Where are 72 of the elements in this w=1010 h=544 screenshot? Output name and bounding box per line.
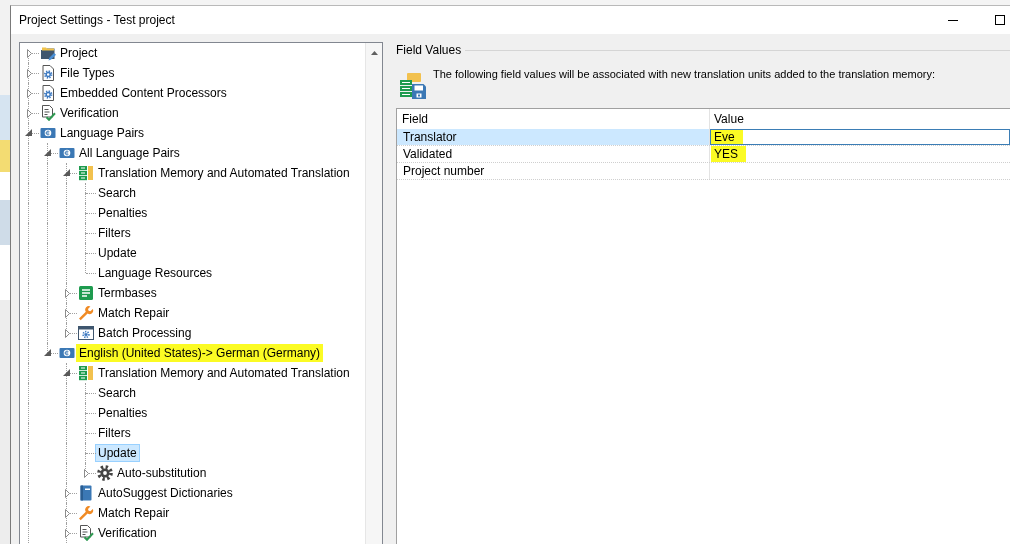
collapse-arrow-icon[interactable] [25, 129, 32, 136]
tree-item[interactable]: All Language Pairs [76, 144, 183, 162]
tree-item[interactable]: Translation Memory and Automated Translation [95, 164, 353, 182]
tree-item[interactable]: Verification [57, 104, 122, 122]
wrench-icon [78, 305, 94, 321]
expand-arrow-icon[interactable] [65, 309, 70, 318]
expand-arrow-icon[interactable] [27, 69, 32, 78]
cell-value: YES [711, 146, 746, 162]
tree-item[interactable]: Update [95, 244, 140, 262]
tree-item[interactable]: File Types [57, 64, 118, 82]
table-cell[interactable]: Project number [397, 163, 710, 179]
table-cell[interactable]: Translator [397, 129, 710, 145]
language-badge-icon [40, 125, 56, 141]
window-title: Project Settings - Test project [18, 13, 175, 27]
tree-item[interactable]: Match Repair [95, 304, 173, 322]
expand-arrow-icon[interactable] [65, 509, 70, 518]
gear-window-icon [78, 325, 94, 341]
collapse-arrow-icon[interactable] [63, 369, 70, 376]
expand-arrow-icon[interactable] [27, 89, 32, 98]
expand-arrow-icon[interactable] [65, 529, 70, 538]
scroll-up-arrow-icon[interactable] [370, 51, 378, 55]
tree-item[interactable]: AutoSuggest Dictionaries [95, 484, 236, 502]
tree-item[interactable]: Penalties [95, 404, 151, 422]
tree-item[interactable]: Match Repair [95, 504, 173, 522]
document-gear-icon [40, 65, 56, 81]
tree-item[interactable]: Penalties [95, 204, 151, 222]
tree-item[interactable]: Batch Processing [95, 324, 195, 342]
document-check-icon [40, 105, 56, 121]
tree-item[interactable]: Embedded Content Processors [57, 84, 230, 102]
tree-item[interactable]: Translation Memory and Automated Translation [95, 364, 353, 382]
tree-item[interactable]: Search [95, 184, 140, 202]
column-header[interactable]: Value [710, 109, 1010, 129]
tree-item[interactable]: Verification [95, 524, 160, 542]
expand-arrow-icon[interactable] [65, 289, 70, 298]
tree-item[interactable]: Update [95, 444, 140, 462]
group-title: Field Values [396, 43, 462, 57]
document-gear-icon [40, 85, 56, 101]
scrollbar[interactable] [365, 43, 382, 544]
language-badge-icon [59, 345, 75, 361]
tree-item[interactable]: Search [95, 384, 140, 402]
expand-arrow-icon[interactable] [84, 469, 89, 478]
book-icon [78, 485, 94, 501]
value-edit-field[interactable]: Eve [710, 129, 1010, 145]
table-cell[interactable]: Validated [397, 146, 710, 162]
stacked-bars-icon [78, 365, 94, 381]
collapse-arrow-icon[interactable] [44, 149, 51, 156]
expand-arrow-icon[interactable] [27, 49, 32, 58]
tree-item[interactable]: English (United States)-> German (Germany) [76, 344, 324, 362]
gear-icon [97, 465, 113, 481]
folder-pencil-icon [40, 45, 56, 61]
tree-item[interactable]: Auto-substitution [114, 464, 210, 482]
wrench-icon [78, 505, 94, 521]
maximize-icon [995, 15, 1005, 25]
tree-item[interactable]: Project [57, 44, 101, 62]
tree-item[interactable]: Termbases [95, 284, 160, 302]
database-save-icon [399, 72, 427, 100]
collapse-arrow-icon[interactable] [44, 349, 51, 356]
expand-arrow-icon[interactable] [65, 329, 70, 338]
expand-arrow-icon[interactable] [65, 489, 70, 498]
collapse-arrow-icon[interactable] [63, 169, 70, 176]
tree-item[interactable]: Language Resources [95, 264, 216, 282]
minimize-icon [948, 19, 958, 21]
cell-value: Eve [711, 130, 743, 144]
description-text: The following field values will be associated with new translation units added to the translation memory: [433, 67, 935, 81]
tree-item[interactable]: Filters [95, 224, 134, 242]
stacked-bars-icon [78, 165, 94, 181]
language-badge-icon [59, 145, 75, 161]
list-tile-icon [78, 285, 94, 301]
tree-item[interactable]: Filters [95, 424, 134, 442]
expand-arrow-icon[interactable] [27, 109, 32, 118]
document-check-icon [78, 525, 94, 541]
tree-item[interactable]: Language Pairs [57, 124, 148, 142]
